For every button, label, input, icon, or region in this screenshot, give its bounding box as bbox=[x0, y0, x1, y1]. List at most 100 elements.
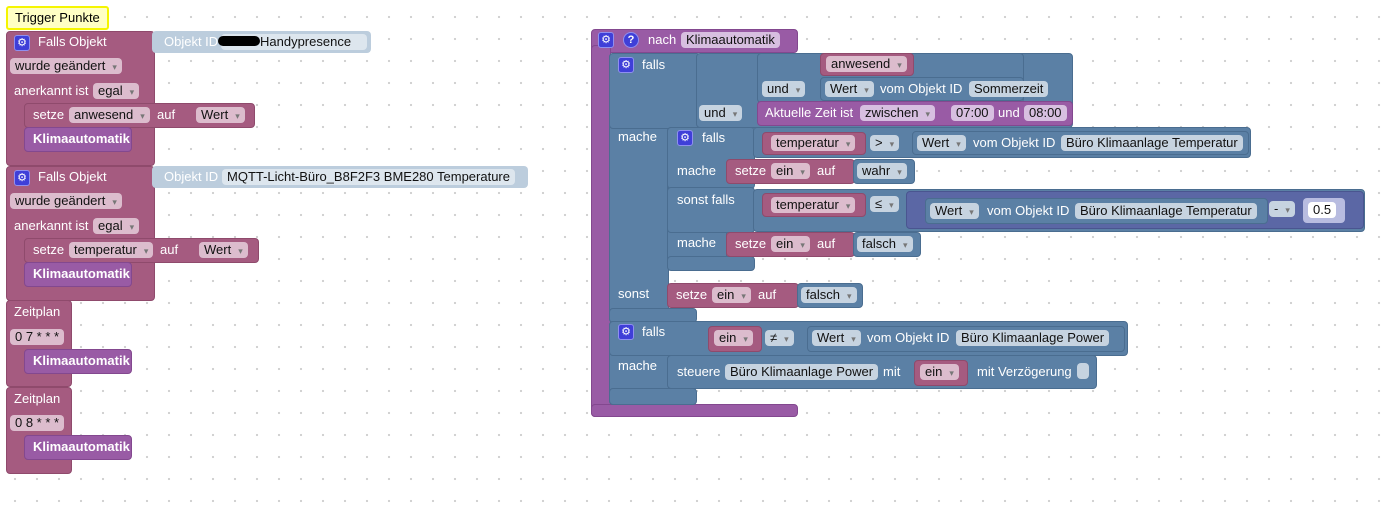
to-label: auf bbox=[157, 107, 176, 122]
blockly-workspace[interactable]: Trigger Punkte ⚙ Falls Objekt Objekt ID … bbox=[0, 0, 1398, 506]
object-id-field[interactable]: Büro Klimaanlage Temperatur bbox=[1075, 203, 1257, 219]
operator-dropdown[interactable]: ≤ bbox=[870, 196, 899, 212]
redacted-mark bbox=[218, 36, 260, 46]
var-dropdown[interactable]: ein bbox=[712, 287, 751, 303]
gear-icon[interactable]: ⚙ bbox=[598, 32, 614, 48]
comment-text: Trigger Punkte bbox=[15, 10, 100, 25]
bool-dropdown[interactable]: falsch bbox=[857, 236, 913, 252]
gear-icon[interactable]: ⚙ bbox=[618, 324, 634, 340]
mode-dropdown[interactable]: wurde geändert bbox=[10, 193, 122, 209]
var-dropdown[interactable]: ein bbox=[714, 330, 753, 346]
if-label: falls bbox=[642, 324, 666, 339]
time-and-label: und bbox=[998, 105, 1020, 120]
set-label: setze bbox=[735, 163, 767, 178]
var-dropdown[interactable]: temperatur bbox=[69, 242, 154, 258]
schedule-label: Zeitplan bbox=[14, 304, 61, 319]
set-label: setze bbox=[735, 236, 767, 251]
vom-label: vom Objekt ID bbox=[880, 81, 963, 96]
object-id-label: Objekt ID bbox=[164, 169, 219, 184]
wert-dropdown[interactable]: Wert bbox=[930, 203, 979, 219]
var-dropdown[interactable]: anwesend bbox=[826, 56, 907, 72]
operator-dropdown[interactable]: ≠ bbox=[765, 330, 794, 346]
value-dropdown[interactable]: Wert bbox=[196, 107, 245, 123]
schedule-label: Zeitplan bbox=[14, 391, 61, 406]
to-label: auf bbox=[817, 163, 836, 178]
do-label: mache bbox=[677, 235, 717, 250]
object-id-field[interactable]: Büro Klimaanlage Power bbox=[956, 330, 1110, 346]
delay-checkbox[interactable] bbox=[1077, 363, 1089, 379]
object-id-field[interactable]: Sommerzeit bbox=[969, 81, 1049, 97]
procedure-name-field[interactable]: Klimaautomatik bbox=[681, 32, 780, 48]
vom-label: vom Objekt ID bbox=[973, 135, 1056, 150]
comment-trigger-punkte[interactable]: Trigger Punkte bbox=[6, 6, 109, 30]
ack-dropdown[interactable]: egal bbox=[93, 218, 140, 234]
and-dropdown[interactable]: und bbox=[762, 81, 806, 97]
set-label: setze bbox=[33, 107, 65, 122]
var-dropdown[interactable]: ein bbox=[920, 364, 959, 380]
object-id-value: Handypresence bbox=[260, 34, 352, 49]
inner-if-footer bbox=[667, 256, 755, 271]
time-mode-dropdown[interactable]: zwischen bbox=[860, 105, 935, 121]
if-label: falls bbox=[702, 130, 726, 145]
call-label: Klimaautomatik bbox=[33, 353, 130, 368]
ack-dropdown[interactable]: egal bbox=[93, 83, 140, 99]
wert-dropdown[interactable]: Wert bbox=[812, 330, 861, 346]
object-id-field[interactable]: MQTT-Licht-Büro_B8F2F3 BME280 Temperatur… bbox=[222, 169, 515, 185]
call-label: Klimaautomatik bbox=[33, 266, 130, 281]
var-dropdown[interactable]: anwesend bbox=[69, 107, 150, 123]
mode-dropdown[interactable]: wurde geändert bbox=[10, 58, 122, 74]
procedure-body bbox=[591, 45, 611, 417]
procedure-footer bbox=[591, 404, 798, 417]
object-id-field[interactable]: Büro Klimaanlage Temperatur bbox=[1061, 135, 1243, 151]
do-label: mache bbox=[618, 358, 658, 373]
bool-dropdown[interactable]: wahr bbox=[857, 163, 907, 179]
gear-icon[interactable]: ⚙ bbox=[677, 130, 693, 146]
control-target-field[interactable]: Büro Klimaanlage Power bbox=[725, 364, 879, 380]
gear-icon[interactable]: ⚙ bbox=[618, 57, 634, 73]
value-dropdown[interactable]: Wert bbox=[199, 242, 248, 258]
delay-label: mit Verzögerung bbox=[977, 364, 1072, 379]
var-dropdown[interactable]: temperatur bbox=[771, 135, 856, 151]
var-dropdown[interactable]: ein bbox=[771, 163, 810, 179]
trigger-header: Falls Objekt bbox=[38, 34, 107, 49]
if2-footer bbox=[609, 388, 697, 405]
elseif-label: sonst falls bbox=[677, 192, 735, 207]
operator-dropdown[interactable]: > bbox=[870, 135, 900, 151]
time-label: Aktuelle Zeit ist bbox=[765, 105, 854, 120]
and-dropdown[interactable]: und bbox=[699, 105, 743, 121]
set-label: setze bbox=[33, 242, 65, 257]
ack-label: anerkannt ist bbox=[14, 83, 89, 98]
set-label: setze bbox=[676, 287, 708, 302]
gear-icon[interactable]: ⚙ bbox=[14, 170, 30, 186]
vom-label: vom Objekt ID bbox=[987, 203, 1070, 218]
with-label: mit bbox=[883, 364, 901, 379]
control-label: steuere bbox=[677, 364, 721, 379]
math-operator-dropdown[interactable]: - bbox=[1269, 201, 1295, 217]
trigger-header: Falls Objekt bbox=[38, 169, 107, 184]
cron-field[interactable]: 0 8 * * * bbox=[10, 415, 65, 431]
ack-label: anerkannt ist bbox=[14, 218, 89, 233]
gear-icon[interactable]: ⚙ bbox=[14, 35, 30, 51]
to-label: auf bbox=[817, 236, 836, 251]
time-start-field[interactable]: 07:00 bbox=[951, 105, 994, 121]
wert-dropdown[interactable]: Wert bbox=[825, 81, 874, 97]
else-label: sonst bbox=[618, 286, 650, 301]
number-field[interactable]: 0.5 bbox=[1308, 202, 1337, 218]
to-label: auf bbox=[160, 242, 179, 257]
var-dropdown[interactable]: temperatur bbox=[771, 197, 856, 213]
object-id-label: Objekt ID bbox=[164, 34, 219, 49]
to-label: auf bbox=[758, 287, 777, 302]
do-label: mache bbox=[618, 129, 658, 144]
object-id-field[interactable]: Handypresence bbox=[218, 34, 367, 50]
vom-label: vom Objekt ID bbox=[867, 330, 950, 345]
help-icon[interactable]: ? bbox=[623, 32, 639, 48]
if-label: falls bbox=[642, 57, 666, 72]
call-label: Klimaautomatik bbox=[33, 439, 130, 454]
cron-field[interactable]: 0 7 * * * bbox=[10, 329, 65, 345]
do-label: mache bbox=[677, 163, 717, 178]
procedure-label: nach bbox=[648, 32, 677, 47]
wert-dropdown[interactable]: Wert bbox=[917, 135, 966, 151]
time-end-field[interactable]: 08:00 bbox=[1024, 105, 1067, 121]
bool-dropdown[interactable]: falsch bbox=[801, 287, 857, 303]
var-dropdown[interactable]: ein bbox=[771, 236, 810, 252]
